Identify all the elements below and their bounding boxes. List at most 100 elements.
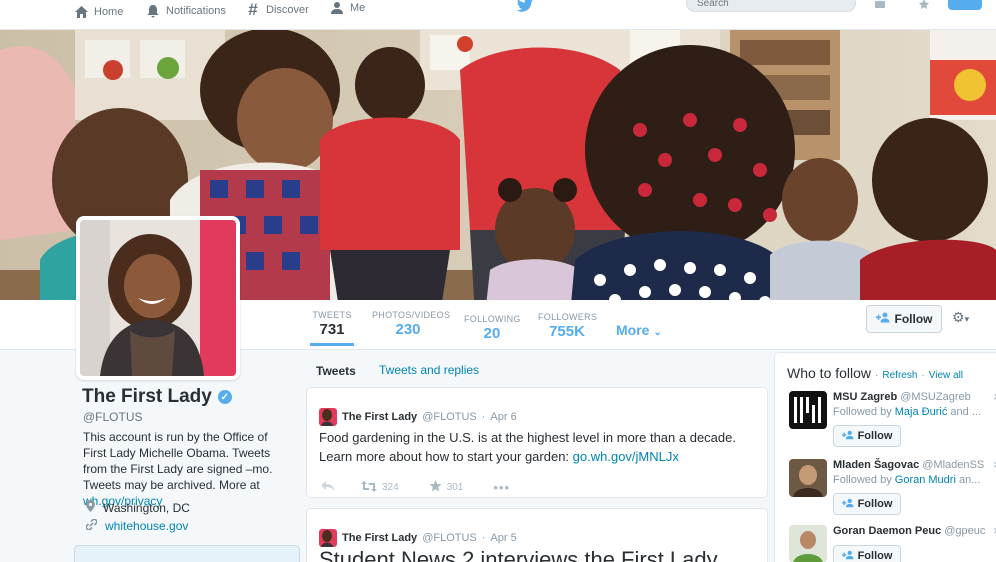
profile-name: The First Lady ✓: [82, 386, 232, 408]
suggestion-display-name: Goran Daemon Peuc: [833, 525, 942, 537]
nav-discover[interactable]: # Discover: [245, 0, 309, 19]
star-icon[interactable]: [918, 0, 930, 14]
profile-avatar[interactable]: [76, 216, 240, 380]
verified-badge-icon: ✓: [217, 390, 232, 404]
profile-location: Washington, DC: [86, 500, 190, 515]
tweet-date-separator: ·: [481, 411, 486, 423]
new-tweet-button[interactable]: [948, 0, 982, 10]
tweet-author-handle[interactable]: @FLOTUS: [422, 532, 477, 544]
reply-action[interactable]: [321, 481, 335, 494]
location-text: Washington, DC: [103, 500, 190, 515]
tweet-avatar[interactable]: [319, 529, 337, 547]
stat-following-value: 20: [483, 325, 501, 342]
retweet-action[interactable]: 324: [361, 480, 399, 495]
follow-button[interactable]: Follow: [833, 545, 901, 562]
tweet-author-name[interactable]: The First Lady: [342, 532, 417, 544]
stat-followers-value: 755K: [549, 323, 585, 340]
stat-tweets-value: 731: [319, 321, 345, 338]
tweet-date[interactable]: Apr 6: [490, 411, 516, 423]
suggestion-avatar[interactable]: [789, 459, 827, 497]
follow-button[interactable]: Follow: [833, 425, 901, 447]
follow-button-label: Follow: [894, 312, 933, 326]
tab-tweets[interactable]: Tweets: [316, 364, 356, 378]
tweet-link[interactable]: go.wh.gov/jMNLJx: [573, 449, 679, 464]
bell-icon: [145, 3, 161, 19]
nav-home[interactable]: Home: [73, 4, 123, 20]
follow-button[interactable]: Follow: [866, 305, 942, 333]
retweet-icon: [361, 480, 377, 495]
who-to-follow-title: Who to follow: [787, 365, 872, 381]
who-to-follow-panel: Who to follow · Refresh · View all MSU Z…: [774, 352, 996, 562]
more-options-icon[interactable]: •••: [493, 480, 510, 495]
tweet-actions: 324 301 •••: [321, 480, 510, 495]
who-to-follow-header: Who to follow · Refresh · View all: [787, 365, 963, 381]
gear-icon[interactable]: ⚙▾: [952, 309, 969, 326]
tweet-card[interactable]: The First Lady @FLOTUS · Apr 5 Student N…: [306, 508, 768, 562]
compose-icon[interactable]: [874, 0, 886, 14]
followed-by-text: Followed by Goran Mudri an...: [833, 474, 980, 486]
followed-by-suffix: and ...: [950, 406, 981, 418]
add-user-icon: [841, 430, 854, 443]
tab-tweets-and-replies[interactable]: Tweets and replies: [379, 363, 479, 377]
nav-discover-label: Discover: [266, 4, 309, 16]
add-user-icon: [841, 550, 854, 562]
suggestion-avatar[interactable]: [789, 391, 827, 429]
retweet-count: 324: [382, 482, 399, 493]
followed-by-prefix: Followed by: [833, 406, 892, 418]
tweet-avatar[interactable]: [319, 408, 337, 426]
timeline-tabs: Tweets Tweets and replies: [306, 356, 768, 384]
hashtag-icon: #: [248, 0, 258, 19]
home-icon: [73, 4, 89, 20]
profile-side-panel: [74, 545, 300, 562]
nav-me[interactable]: Me: [329, 0, 365, 16]
link-icon: [85, 518, 98, 533]
follow-label: Follow: [857, 550, 893, 562]
suggestion-handle: @MSUZagreb: [900, 391, 971, 403]
top-navigation-bar: Home Notifications # Discover Me: [0, 0, 996, 30]
stat-followers[interactable]: FOLLOWERS 755K: [538, 312, 597, 340]
follow-label: Follow: [857, 430, 893, 442]
stat-photos-videos[interactable]: PHOTOS/VIDEOS 230: [372, 310, 451, 338]
tweet-date[interactable]: Apr 5: [490, 532, 516, 544]
follow-button[interactable]: Follow: [833, 493, 901, 515]
search-input[interactable]: [686, 0, 856, 12]
tweet-author-name[interactable]: The First Lady: [342, 411, 417, 423]
tweet-card[interactable]: The First Lady @FLOTUS · Apr 6 Food gard…: [306, 387, 768, 498]
stat-following[interactable]: FOLLOWING 20: [464, 314, 520, 342]
stat-following-label: FOLLOWING: [464, 314, 521, 324]
reply-icon: [321, 481, 335, 494]
suggestion-handle: @MladenSS: [922, 459, 985, 471]
refresh-link[interactable]: Refresh: [882, 370, 917, 381]
followed-by-text: Followed by Maja Đurić and ...: [833, 406, 981, 418]
followed-by-link[interactable]: Maja Đurić: [895, 406, 948, 418]
view-all-link[interactable]: View all: [929, 370, 963, 381]
tweet-date-separator: ·: [481, 532, 486, 544]
tweet-header: The First Lady @FLOTUS · Apr 6: [319, 408, 517, 426]
more-label: More: [616, 322, 650, 338]
stat-tweets[interactable]: TWEETS 731: [310, 310, 354, 346]
profile-handle: @FLOTUS: [83, 410, 143, 424]
bio-text: This account is run by the Office of Fir…: [83, 430, 273, 492]
suggestion-handle: @gpeuc: [944, 525, 986, 537]
suggestion-name[interactable]: Mladen Šagovac @MladenSS: [833, 459, 984, 471]
follow-label: Follow: [857, 498, 893, 510]
stat-photos-label: PHOTOS/VIDEOS: [372, 310, 451, 320]
suggestion-name[interactable]: MSU Zagreb @MSUZagreb: [833, 391, 971, 403]
twitter-bird-icon[interactable]: [516, 0, 534, 17]
tweet-header: The First Lady @FLOTUS · Apr 5: [319, 529, 517, 547]
suggestion-display-name: Mladen Šagovac: [833, 459, 920, 471]
followed-by-link[interactable]: Goran Mudri: [895, 474, 956, 486]
suggestion-name[interactable]: Goran Daemon Peuc @gpeuc: [833, 525, 985, 537]
followed-by-suffix: an...: [958, 474, 981, 486]
nav-me-label: Me: [350, 2, 366, 14]
website-link[interactable]: whitehouse.gov: [105, 519, 188, 533]
tweet-author-handle[interactable]: @FLOTUS: [422, 411, 477, 423]
suggestion-avatar[interactable]: [789, 525, 827, 562]
more-menu[interactable]: More ⌄: [616, 322, 662, 338]
profile-name-text: The First Lady: [82, 386, 212, 407]
favorite-action[interactable]: 301: [429, 480, 463, 495]
add-user-icon: [841, 498, 854, 511]
stat-photos-value: 230: [395, 321, 421, 338]
nav-notifications[interactable]: Notifications: [145, 3, 226, 19]
profile-website: whitehouse.gov: [85, 518, 188, 533]
